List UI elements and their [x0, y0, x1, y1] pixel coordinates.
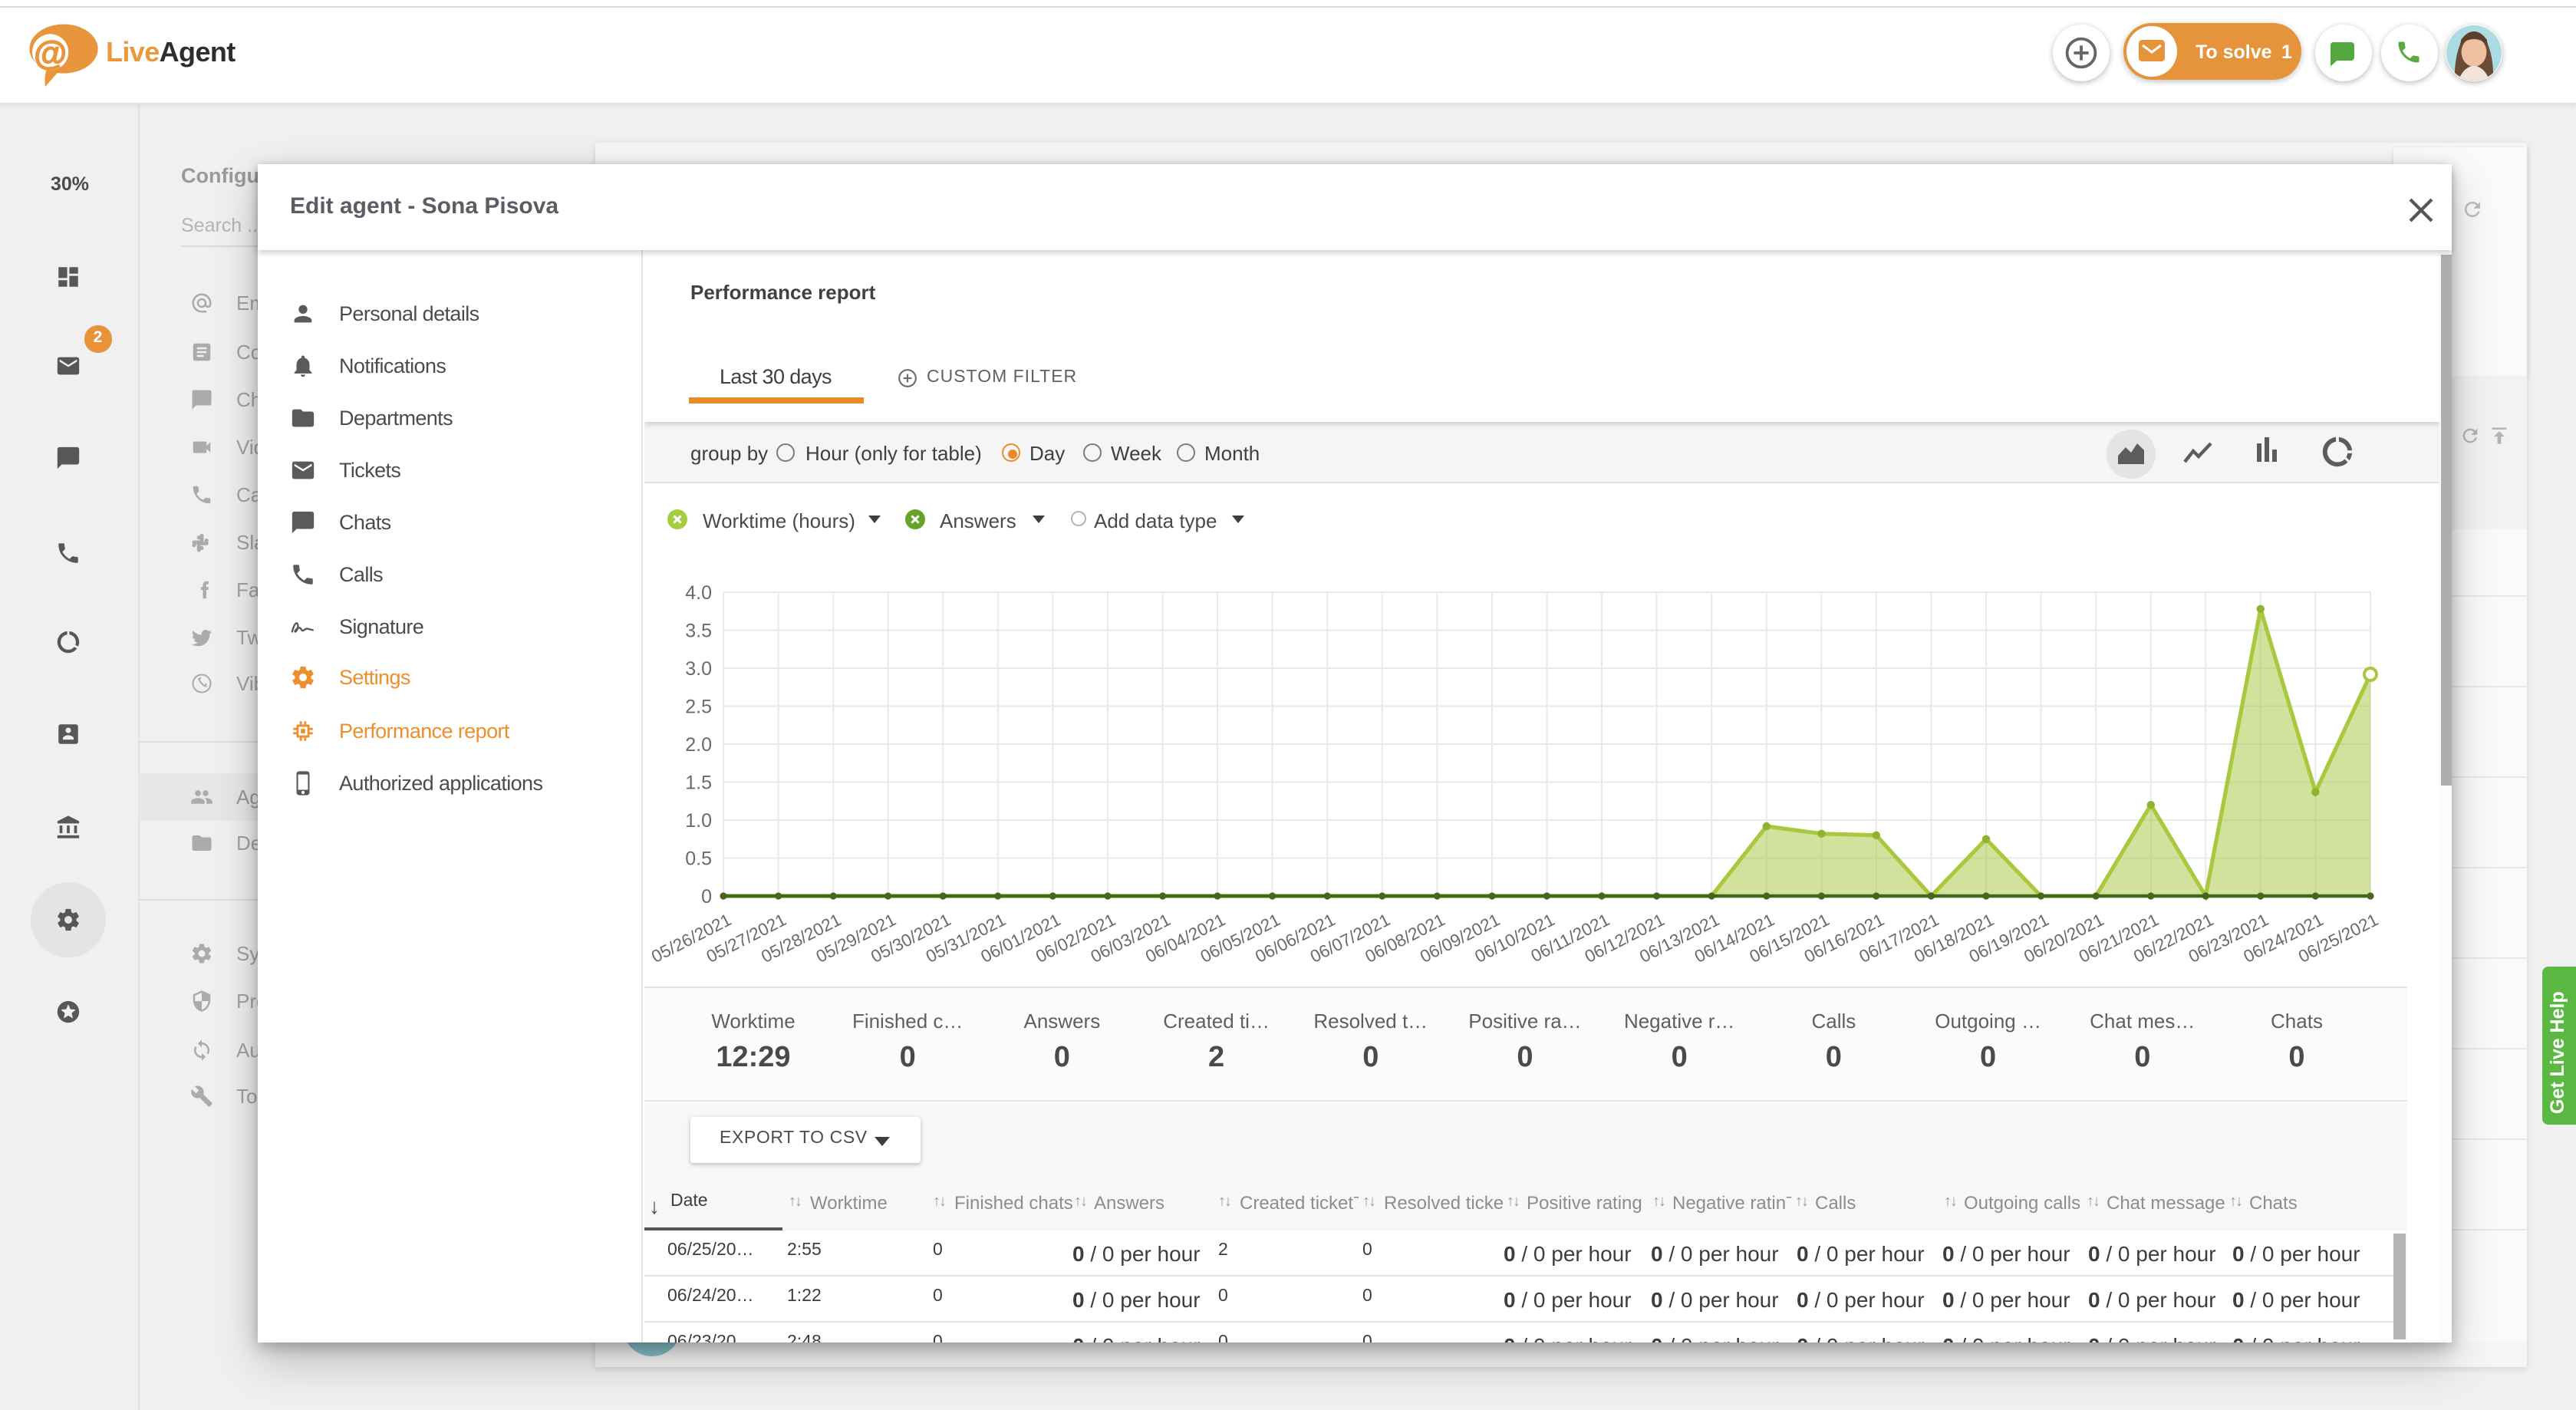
svg-text:1.5: 1.5 [685, 773, 712, 794]
svg-text:@: @ [34, 35, 67, 72]
svg-text:1.0: 1.0 [685, 810, 712, 832]
svg-text:0: 0 [701, 886, 712, 908]
svg-text:2.0: 2.0 [685, 734, 712, 756]
svg-text:2.5: 2.5 [685, 697, 712, 718]
svg-text:3.5: 3.5 [685, 621, 712, 642]
svg-text:4.0: 4.0 [685, 582, 712, 604]
svg-text:3.0: 3.0 [685, 658, 712, 680]
svg-text:0.5: 0.5 [685, 848, 712, 870]
